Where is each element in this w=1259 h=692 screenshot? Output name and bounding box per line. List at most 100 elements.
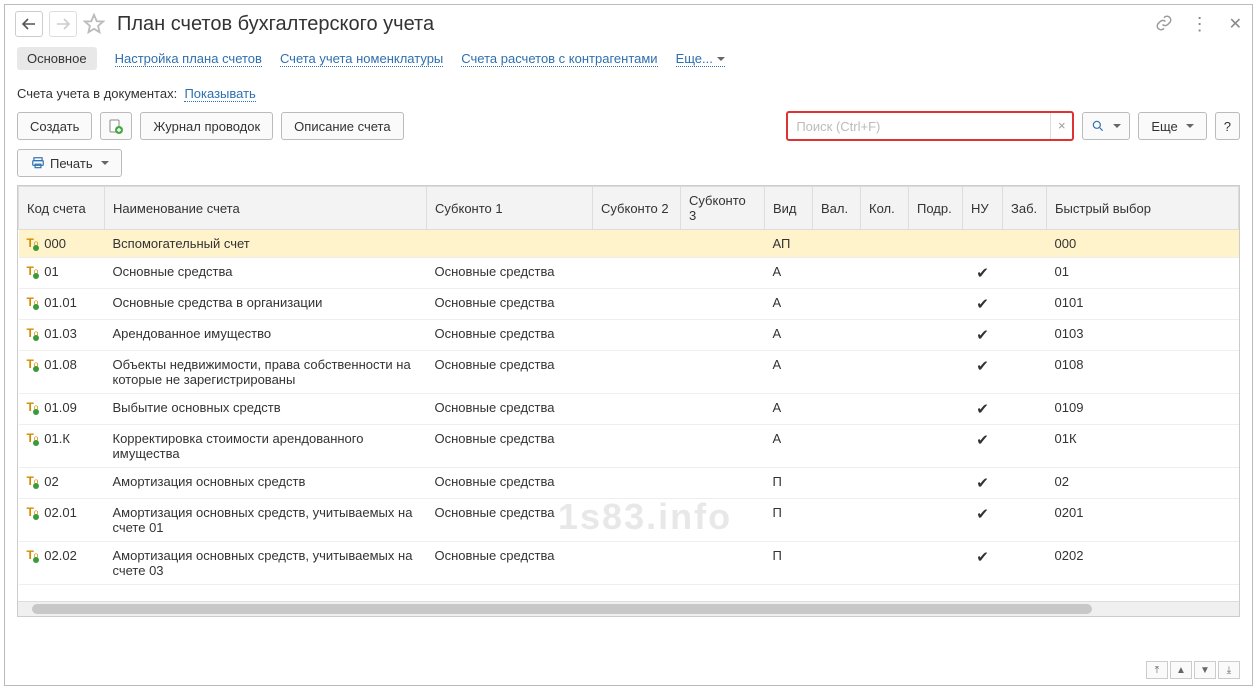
cell-sub3 (681, 320, 765, 351)
scroll-bottom-button[interactable]: ⤓ (1218, 661, 1240, 679)
create-button[interactable]: Создать (17, 112, 92, 140)
cell-sub2 (593, 230, 681, 258)
cell-nu: ✔ (963, 258, 1003, 289)
scroll-down-button[interactable]: ▼ (1194, 661, 1216, 679)
arrow-right-icon (56, 18, 70, 30)
cell-sub1: Основные средства (427, 468, 593, 499)
cell-nu: ✔ (963, 468, 1003, 499)
table-row[interactable]: Tо01.08Объекты недвижимости, права собст… (19, 351, 1239, 394)
cell-sub3 (681, 289, 765, 320)
col-header-name[interactable]: Наименование счета (105, 187, 427, 230)
col-header-zab[interactable]: Заб. (1003, 187, 1047, 230)
table-row[interactable]: Tо01Основные средстваОсновные средстваА✔… (19, 258, 1239, 289)
help-button[interactable]: ? (1215, 112, 1240, 140)
cell-podr (909, 320, 963, 351)
cell-nu: ✔ (963, 542, 1003, 585)
search-clear-button[interactable]: × (1050, 113, 1072, 139)
col-header-code[interactable]: Код счета (19, 187, 105, 230)
search-field-wrap: × (786, 111, 1074, 141)
cell-podr (909, 230, 963, 258)
col-header-sub1[interactable]: Субконто 1 (427, 187, 593, 230)
close-icon[interactable]: ✕ (1229, 14, 1242, 34)
table-row[interactable]: Tо01.09Выбытие основных средствОсновные … (19, 394, 1239, 425)
create-copy-button[interactable] (100, 112, 132, 140)
table-row[interactable]: Tо02Амортизация основных средствОсновные… (19, 468, 1239, 499)
cell-sub2 (593, 258, 681, 289)
cell-fast: 0201 (1047, 499, 1239, 542)
cell-name: Амортизация основных средств, учитываемы… (105, 542, 427, 585)
cell-vid: А (765, 425, 813, 468)
account-type-icon: Tо (27, 295, 39, 309)
col-header-kol[interactable]: Кол. (861, 187, 909, 230)
col-header-sub2[interactable]: Субконто 2 (593, 187, 681, 230)
link-icon[interactable] (1155, 14, 1173, 35)
col-header-nu[interactable]: НУ (963, 187, 1003, 230)
cell-zab (1003, 230, 1047, 258)
tab-contractors[interactable]: Счета расчетов с контрагентами (461, 51, 657, 67)
more-actions-button[interactable]: Еще (1138, 112, 1206, 140)
scroll-up-button[interactable]: ▲ (1170, 661, 1192, 679)
table-row[interactable]: Tо01.03Арендованное имуществоОсновные ср… (19, 320, 1239, 351)
favorite-star-icon[interactable] (83, 13, 105, 35)
search-input[interactable] (788, 119, 1050, 134)
cell-vid: А (765, 394, 813, 425)
cell-vid: П (765, 468, 813, 499)
table-row[interactable]: Tо01.01Основные средства в организацииОс… (19, 289, 1239, 320)
cell-name: Выбытие основных средств (105, 394, 427, 425)
docline-label: Счета учета в документах: (17, 86, 177, 101)
scroll-top-button[interactable]: ⤒ (1146, 661, 1168, 679)
docline-toggle-link[interactable]: Показывать (184, 86, 255, 102)
print-label: Печать (50, 156, 93, 171)
cell-sub1 (427, 230, 593, 258)
cell-sub1: Основные средства (427, 320, 593, 351)
cell-name: Основные средства в организации (105, 289, 427, 320)
tab-nomenclature[interactable]: Счета учета номенклатуры (280, 51, 443, 67)
cell-sub3 (681, 468, 765, 499)
col-header-vid[interactable]: Вид (765, 187, 813, 230)
nav-forward-button[interactable] (49, 11, 77, 37)
cell-vid: А (765, 320, 813, 351)
new-doc-icon (109, 118, 123, 134)
cell-code: 01.03 (44, 326, 77, 341)
col-header-sub3[interactable]: Субконто 3 (681, 187, 765, 230)
cell-fast: 0202 (1047, 542, 1239, 585)
cell-kol (861, 351, 909, 394)
cell-code: 01.09 (44, 400, 77, 415)
cell-fast: 0109 (1047, 394, 1239, 425)
nav-back-button[interactable] (15, 11, 43, 37)
cell-zab (1003, 258, 1047, 289)
table-row[interactable]: Tо01.ККорректировка стоимости арендованн… (19, 425, 1239, 468)
cell-vid: А (765, 351, 813, 394)
col-header-podr[interactable]: Подр. (909, 187, 963, 230)
col-header-fast[interactable]: Быстрый выбор (1047, 187, 1239, 230)
cell-val (813, 320, 861, 351)
account-type-icon: Tо (27, 505, 39, 519)
cell-kol (861, 230, 909, 258)
cell-zab (1003, 320, 1047, 351)
search-options-button[interactable] (1082, 112, 1130, 140)
tab-plan-setup[interactable]: Настройка плана счетов (115, 51, 262, 67)
account-type-icon: Tо (27, 326, 39, 340)
cell-fast: 000 (1047, 230, 1239, 258)
table-row[interactable]: Tо02.02Амортизация основных средств, учи… (19, 542, 1239, 585)
journal-button[interactable]: Журнал проводок (140, 112, 273, 140)
cell-sub1: Основные средства (427, 499, 593, 542)
cell-val (813, 394, 861, 425)
tab-main[interactable]: Основное (17, 47, 97, 70)
cell-fast: 0108 (1047, 351, 1239, 394)
cell-zab (1003, 468, 1047, 499)
tab-more[interactable]: Еще... (676, 51, 725, 67)
kebab-menu-icon[interactable]: ⋮ (1191, 14, 1211, 35)
table-row[interactable]: Tо02.01Амортизация основных средств, учи… (19, 499, 1239, 542)
horizontal-scrollbar[interactable] (18, 601, 1239, 616)
table-row[interactable]: Tо000Вспомогательный счетАП000 (19, 230, 1239, 258)
cell-zab (1003, 394, 1047, 425)
cell-sub1: Основные средства (427, 289, 593, 320)
print-button[interactable]: Печать (17, 149, 122, 177)
cell-code: 01 (44, 264, 58, 279)
cell-val (813, 289, 861, 320)
description-button[interactable]: Описание счета (281, 112, 403, 140)
cell-podr (909, 258, 963, 289)
cell-kol (861, 425, 909, 468)
col-header-val[interactable]: Вал. (813, 187, 861, 230)
